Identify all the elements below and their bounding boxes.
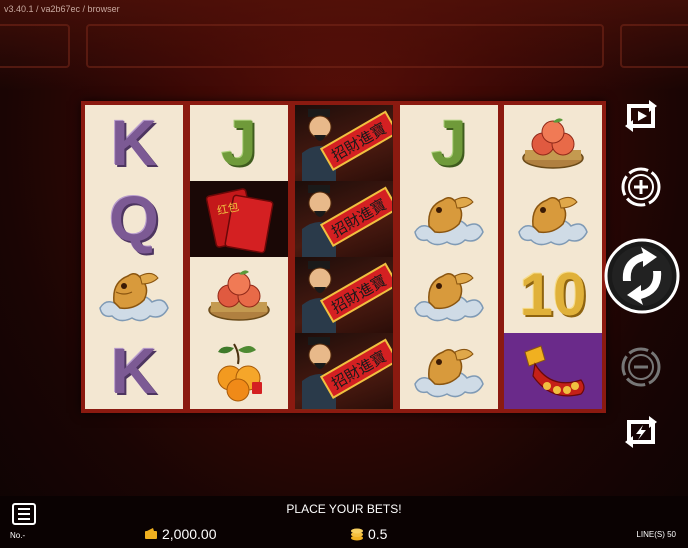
symbol-god-of-wealth: 招財進寶 [295,181,393,258]
bet-decrease-icon [621,347,661,387]
wallet-icon [145,528,157,539]
decor-panel-center [86,24,604,68]
decor-panel-left [0,24,70,68]
reel-5: 10 [504,105,602,409]
symbol-k: K [110,335,158,407]
round-number-label: No.- [10,531,26,540]
reel-grid: K Q K J 红包 招財進寶 招財進寶 招財進寶 招財進寶 J 10 [81,101,606,413]
bet-increase-button[interactable] [618,164,664,210]
reel-1: K Q K [85,105,183,409]
symbol-j: J [221,107,257,179]
reel-3: 招財進寶 招財進寶 招財進寶 招財進寶 [295,105,393,410]
turbo-button[interactable] [616,410,666,454]
balance-display: 2,000.00 [144,526,217,542]
reel-2: J 红包 [190,105,288,409]
symbol-ten: 10 [519,261,587,328]
symbol-god-of-wealth: 招財進寶 [295,105,393,182]
symbol-j: J [431,107,467,179]
bet-value: 0.5 [368,526,388,542]
symbol-peach-basket [504,105,602,181]
autoplay-icon [625,100,657,132]
symbol-goldfish [85,257,183,333]
bet-display: 0.5 [350,526,387,542]
spin-icon [604,238,680,314]
decor-panel-right [620,24,688,68]
reel-4: J [400,105,498,409]
bet-increase-icon [621,167,661,207]
symbol-goldfish [400,333,498,409]
symbol-goldfish [400,257,498,333]
spin-button[interactable] [602,236,682,316]
symbol-god-of-wealth: 招財進寶 [295,257,393,334]
autoplay-button[interactable] [616,94,666,138]
symbol-q: Q [109,183,159,255]
symbol-k: K [110,107,158,179]
symbol-gold-ingot [504,333,602,409]
symbol-god-of-wealth: 招財進寶 [295,333,393,410]
balance-value: 2,000.00 [162,526,217,542]
symbol-orange-branch [190,333,288,409]
lines-label: LINE(S) 50 [636,530,676,539]
version-label: v3.40.1 / va2b67ec / browser [4,4,120,14]
symbol-goldfish [400,181,498,257]
turbo-icon [625,416,657,448]
symbol-peach-basket [190,257,288,333]
coins-icon [351,528,363,541]
symbol-red-envelope: 红包 [190,181,288,257]
status-message: PLACE YOUR BETS! [286,502,402,516]
bet-decrease-button[interactable] [618,344,664,390]
symbol-goldfish [504,181,602,257]
right-control-panel [600,90,688,460]
